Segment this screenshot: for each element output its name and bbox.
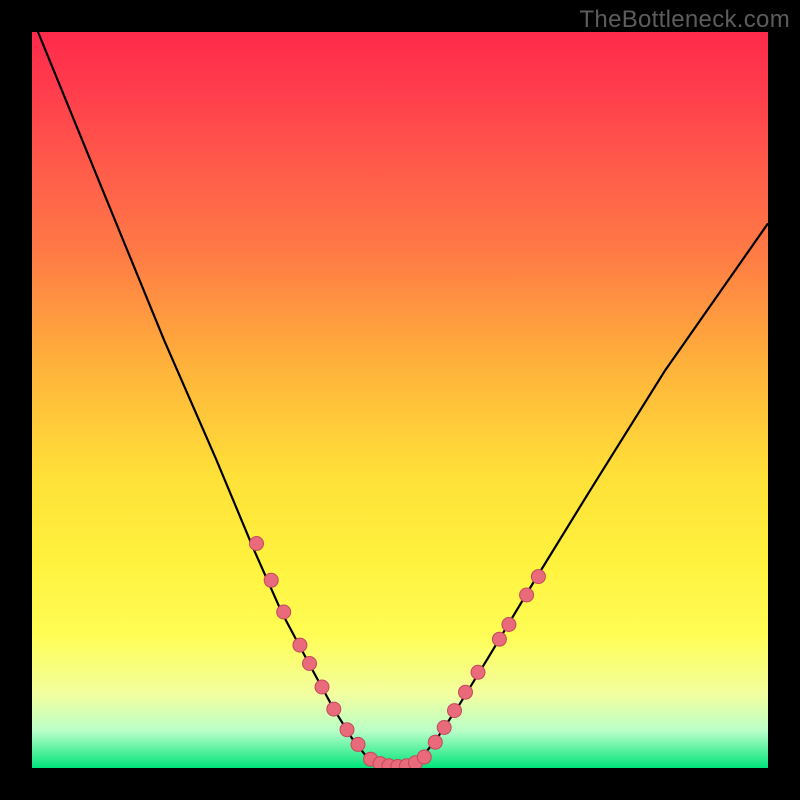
curve-dot-left — [277, 605, 291, 619]
curve-dot-bottom — [417, 750, 431, 764]
curve-dot-right — [520, 588, 534, 602]
curve-dot-left — [303, 657, 317, 671]
curve-dot-left — [340, 723, 354, 737]
chart-svg — [32, 32, 768, 768]
watermark-text: TheBottleneck.com — [579, 6, 790, 34]
curve-dots — [250, 537, 546, 769]
curve-dot-right — [448, 704, 462, 718]
curve-dot-right — [437, 721, 451, 735]
curve-dot-left — [293, 638, 307, 652]
chart-frame: TheBottleneck.com — [0, 0, 800, 800]
curve-dot-right — [428, 735, 442, 749]
curve-dot-left — [264, 573, 278, 587]
curve-dot-right — [502, 618, 516, 632]
curve-dot-left — [327, 702, 341, 716]
curve-dot-right — [531, 570, 545, 584]
curve-dot-right — [492, 632, 506, 646]
curve-dot-right — [459, 685, 473, 699]
curve-dot-left — [351, 737, 365, 751]
curve-dot-left — [315, 680, 329, 694]
bottleneck-curve — [32, 32, 768, 768]
curve-dot-right — [471, 665, 485, 679]
curve-dot-left — [250, 537, 264, 551]
chart-plot-area — [32, 32, 768, 768]
